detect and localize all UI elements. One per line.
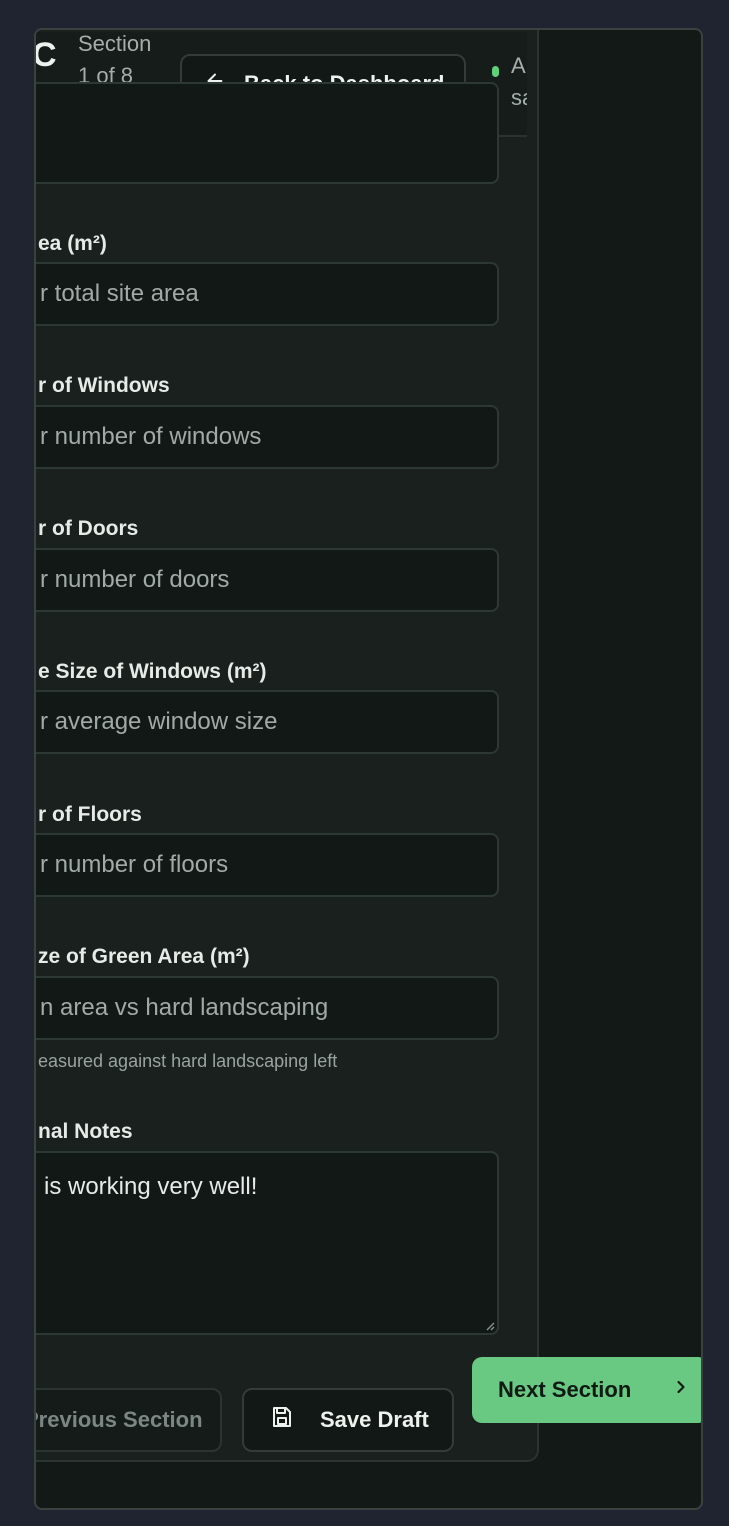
site-area-label: ea (m²): [38, 232, 107, 255]
additional-notes-textarea[interactable]: is working very well!: [36, 1151, 499, 1335]
form-panel: C essor Section 1 of 8 Back to Dashboard…: [34, 30, 539, 1462]
additional-notes-text: is working very well!: [44, 1173, 258, 1200]
save-icon: [270, 1405, 294, 1435]
green-area-label: ze of Green Area (m²): [38, 945, 250, 968]
window-size-label: e Size of Windows (m²): [38, 660, 267, 683]
doors-count-label: r of Doors: [38, 517, 139, 540]
save-draft-label: Save Draft: [320, 1407, 429, 1432]
floors-count-label: r of Floors: [38, 803, 142, 826]
windows-count-label: r of Windows: [38, 374, 170, 397]
green-area-input[interactable]: n area vs hard landscaping: [36, 976, 499, 1040]
floors-count-input[interactable]: r number of floors: [36, 833, 499, 897]
windows-count-input[interactable]: r number of windows: [36, 405, 499, 469]
next-section-label: Next Section: [498, 1377, 632, 1402]
previous-section-button[interactable]: Previous Section: [34, 1388, 222, 1452]
previous-field-input[interactable]: [36, 82, 499, 184]
brand-title-fragment: C: [34, 36, 57, 74]
app-frame: C essor Section 1 of 8 Back to Dashboard…: [34, 28, 703, 1510]
doors-count-input[interactable]: r number of doors: [36, 548, 499, 612]
autosave-label: Auto-saved: [511, 53, 527, 110]
next-section-button[interactable]: Next Section: [472, 1357, 701, 1423]
window-size-input[interactable]: r average window size: [36, 690, 499, 754]
green-area-hint: easured against hard landscaping left: [38, 1051, 338, 1071]
chevron-right-icon: [671, 1377, 691, 1403]
status-dot-icon: [492, 66, 499, 77]
resize-handle-icon[interactable]: [483, 1319, 495, 1331]
site-area-input[interactable]: r total site area: [36, 262, 499, 326]
additional-notes-label: nal Notes: [38, 1120, 133, 1143]
previous-section-label: Previous Section: [34, 1407, 203, 1432]
save-draft-button[interactable]: Save Draft: [242, 1388, 454, 1452]
